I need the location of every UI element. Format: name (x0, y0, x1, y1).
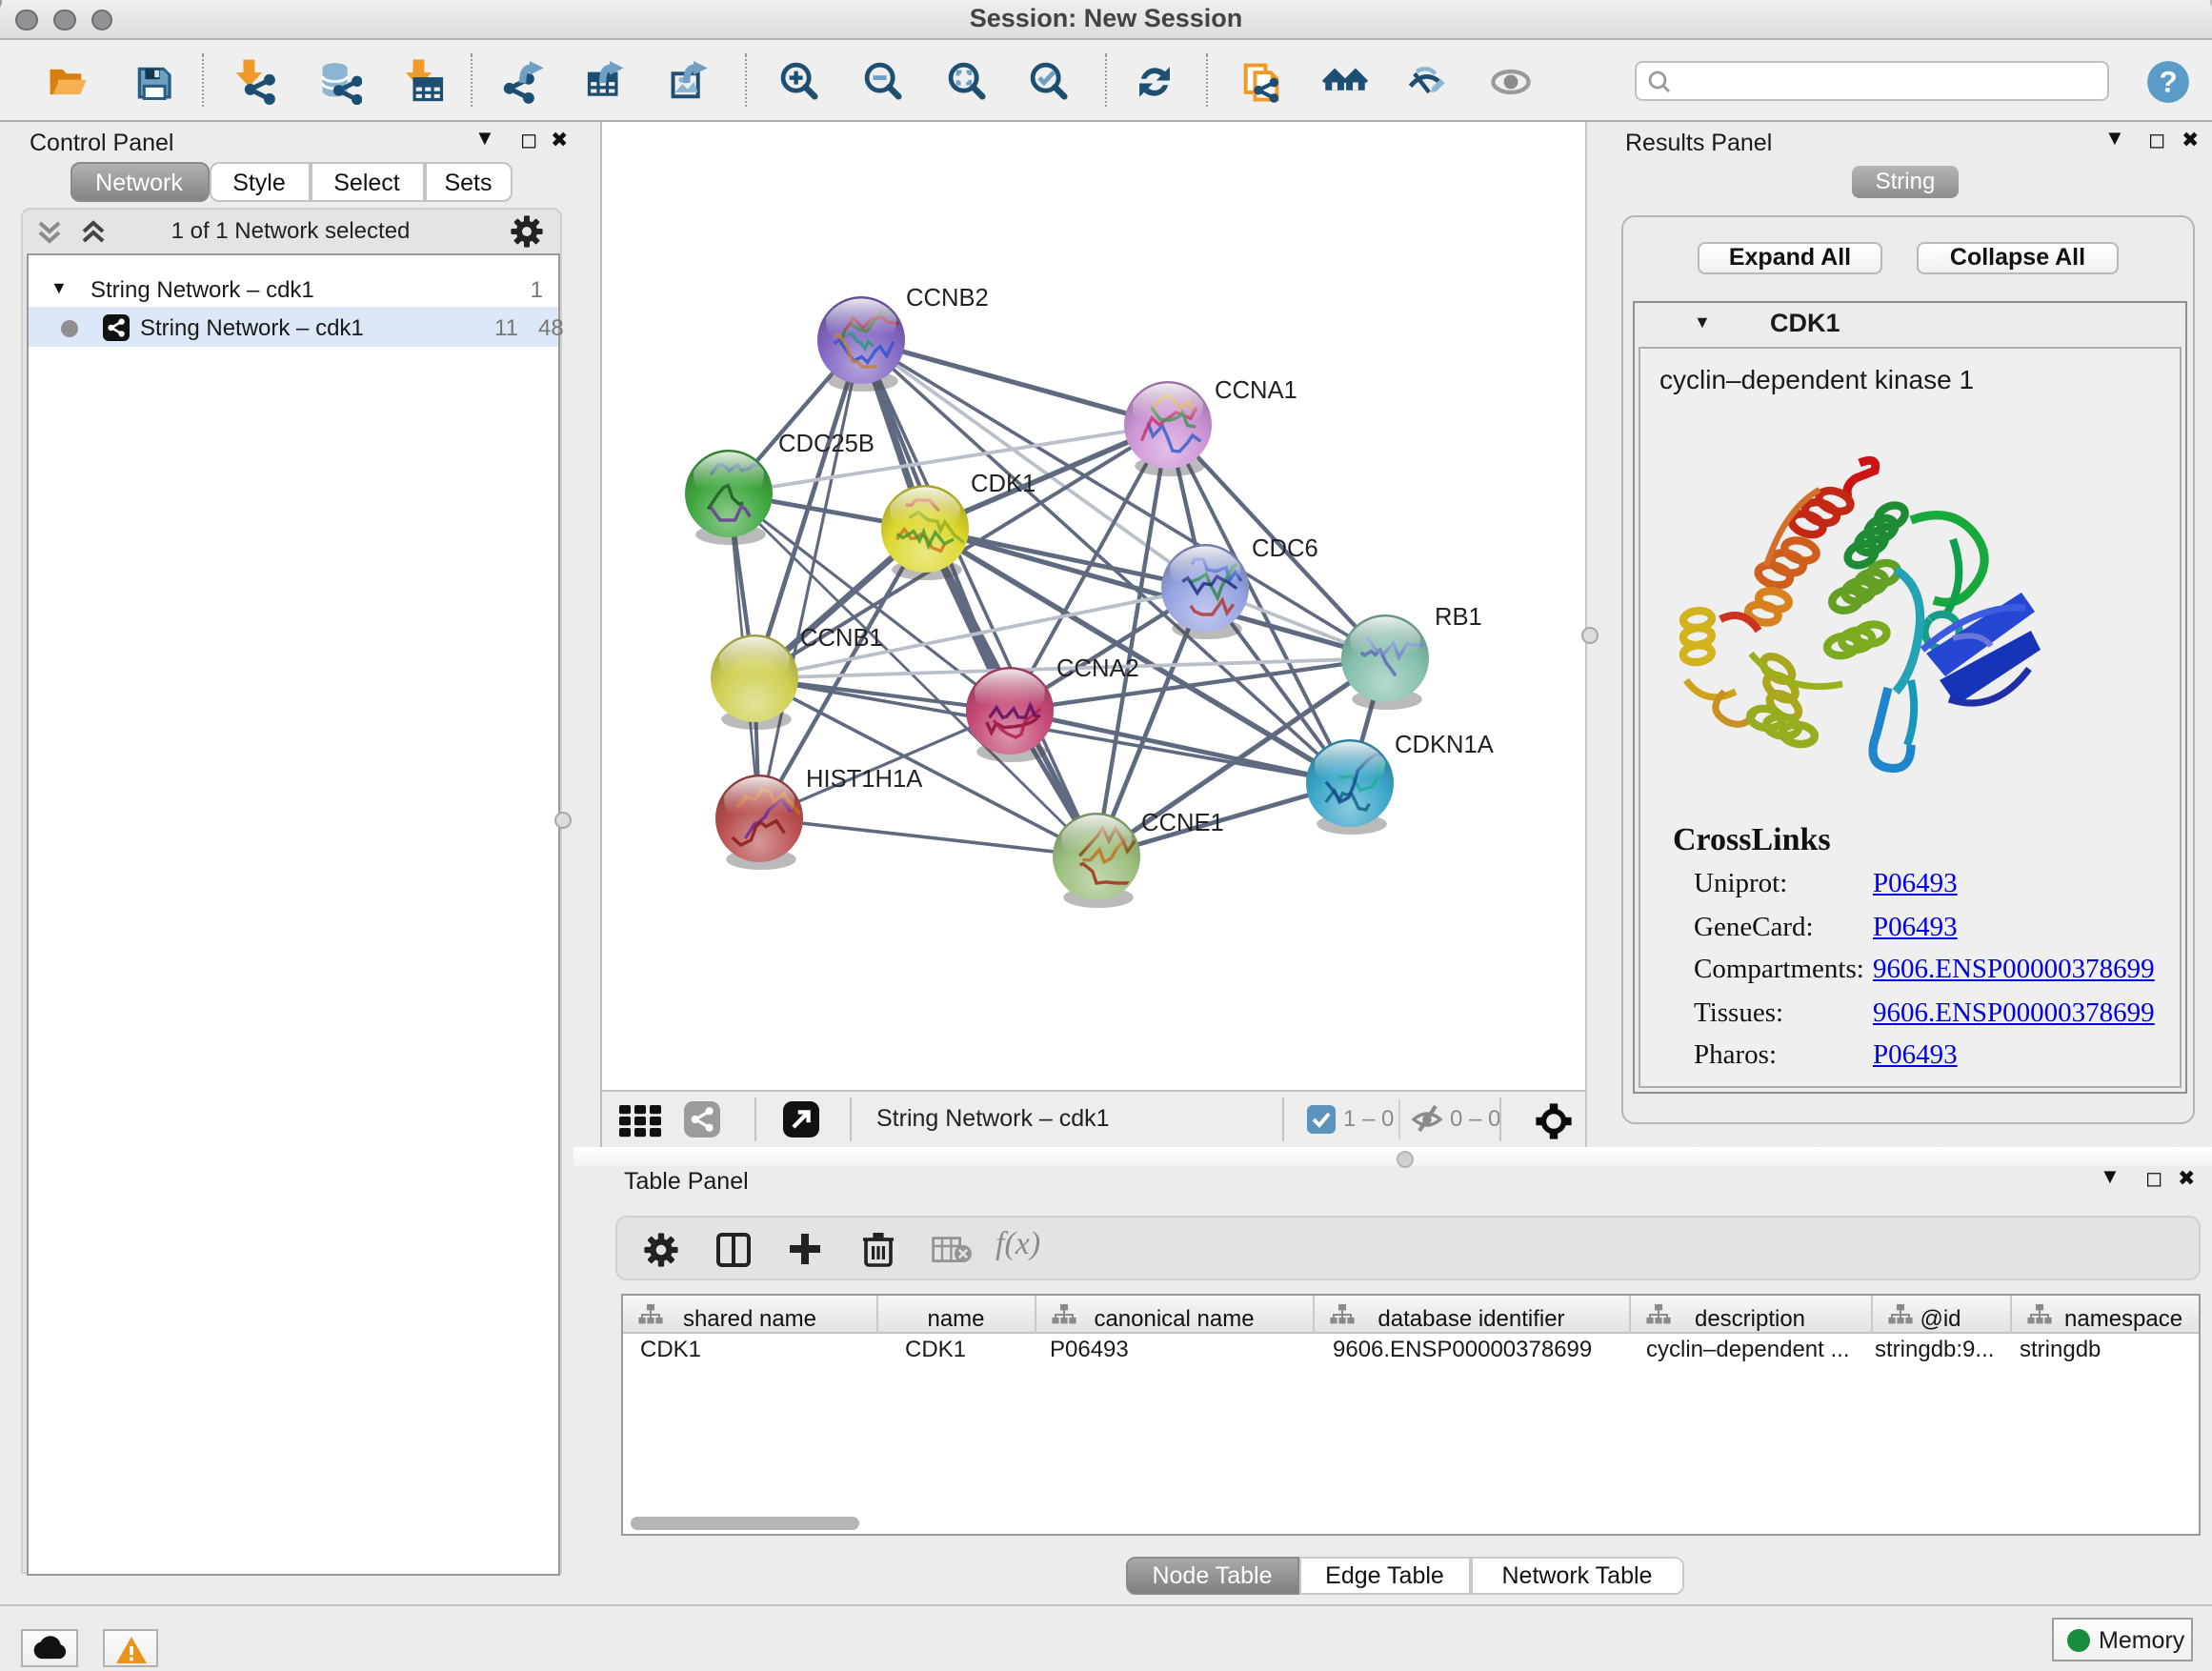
svg-text:CDC6: CDC6 (1252, 534, 1318, 561)
svg-text:CCNE1: CCNE1 (1141, 809, 1224, 836)
svg-text:CDC25B: CDC25B (778, 430, 875, 456)
svg-text:HIST1H1A: HIST1H1A (806, 765, 923, 792)
svg-text:CCNA1: CCNA1 (1215, 376, 1297, 403)
svg-text:CCNA2: CCNA2 (1056, 654, 1139, 681)
svg-text:CDKN1A: CDKN1A (1395, 731, 1495, 757)
svg-text:?: ? (2159, 64, 2177, 97)
svg-text:CDK1: CDK1 (971, 470, 1036, 496)
svg-text:CCNB2: CCNB2 (906, 284, 989, 311)
svg-text:RB1: RB1 (1435, 603, 1482, 630)
svg-text:CCNB1: CCNB1 (800, 624, 883, 651)
